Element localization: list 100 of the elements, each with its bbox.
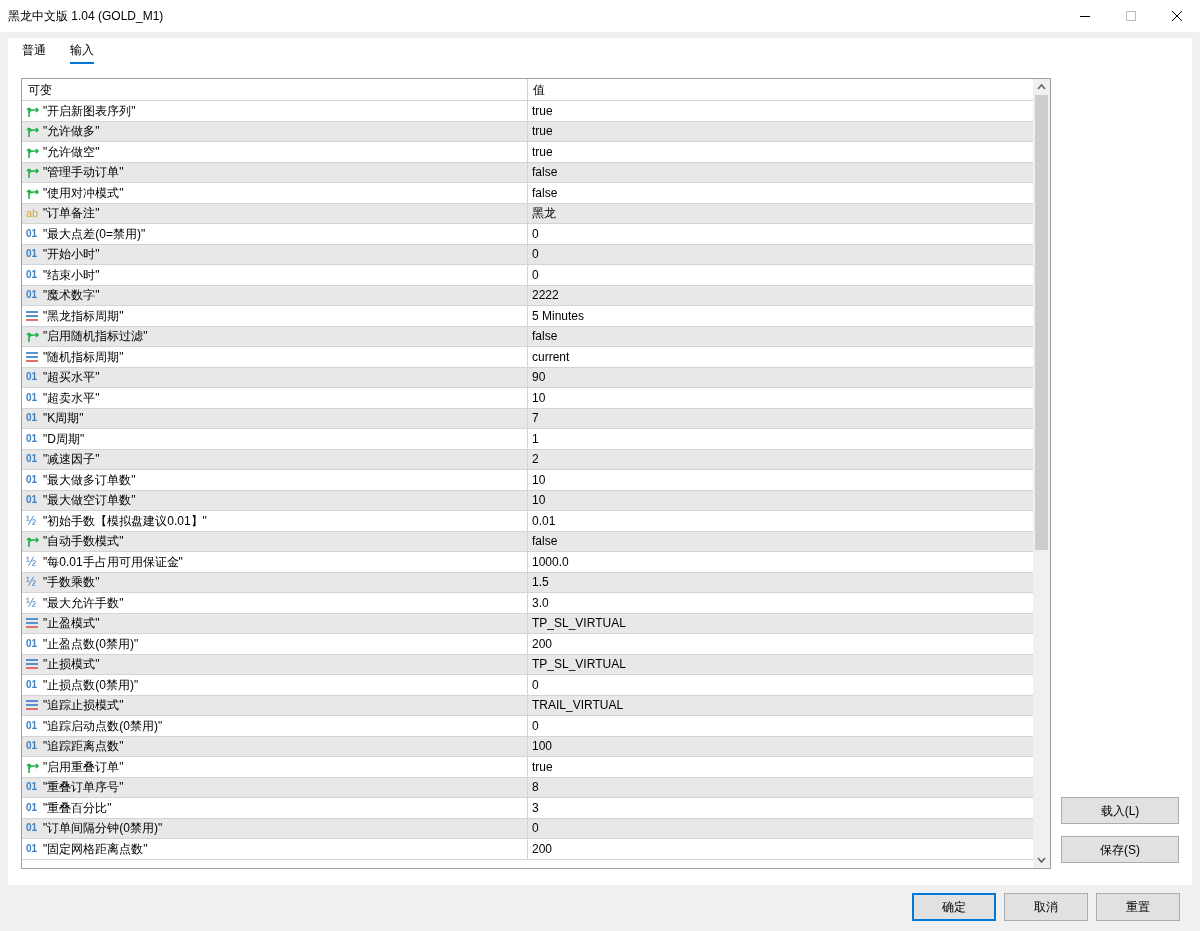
branch-arrow-icon — [26, 535, 40, 548]
integer-type-icon: 01 — [26, 782, 40, 793]
column-header[interactable]: 可变 — [22, 79, 528, 100]
parameter-value[interactable]: true — [532, 142, 553, 161]
integer-type-icon: 01 — [26, 823, 40, 834]
parameter-value[interactable]: 7 — [532, 409, 539, 428]
parameter-value[interactable]: 0 — [532, 224, 539, 243]
parameter-name: "每0.01手占用可用保证金" — [43, 553, 183, 571]
parameter-name: "开启新图表序列" — [43, 102, 136, 120]
parameter-name: "使用对冲模式" — [43, 184, 124, 202]
parameter-value[interactable]: 10 — [532, 470, 546, 489]
scrollbar[interactable] — [1033, 79, 1050, 868]
parameter-value[interactable]: 8 — [532, 778, 539, 797]
parameter-name: "启用重叠订单" — [43, 758, 124, 776]
parameter-value[interactable]: TP_SL_VIRTUAL — [532, 614, 626, 633]
integer-type-icon: 01 — [26, 454, 40, 465]
parameter-value[interactable]: 1000.0 — [532, 552, 569, 571]
integer-type-icon: 01 — [26, 679, 40, 690]
parameter-value[interactable]: TP_SL_VIRTUAL — [532, 655, 626, 674]
parameter-value[interactable]: 0 — [532, 265, 539, 284]
parameter-value[interactable]: 0 — [532, 675, 539, 694]
scroll-thumb[interactable] — [1035, 95, 1048, 550]
parameter-name: "自动手数模式" — [43, 533, 124, 551]
list-type-icon — [26, 700, 38, 711]
parameter-name: "启用随机指标过滤" — [43, 328, 148, 346]
parameter-value[interactable]: 200 — [532, 839, 553, 858]
parameter-value[interactable]: 1 — [532, 429, 539, 448]
parameter-name: "追踪启动点数(0禁用)" — [43, 717, 163, 735]
parameter-name: "订单备注" — [43, 205, 100, 223]
parameter-name: "重叠百分比" — [43, 799, 112, 817]
side-button[interactable]: 保存(S) — [1061, 836, 1179, 863]
parameter-name: "D周期" — [43, 430, 85, 448]
parameter-name: "随机指标周期" — [43, 348, 124, 366]
parameter-value[interactable]: 10 — [532, 388, 546, 407]
parameter-name: "管理手动订单" — [43, 164, 124, 182]
column-header[interactable]: 值 — [528, 79, 1033, 100]
list-type-icon — [26, 351, 38, 362]
parameter-value[interactable]: false — [532, 327, 558, 346]
parameter-name: "最大做空订单数" — [43, 492, 136, 510]
integer-type-icon: 01 — [26, 290, 40, 301]
parameter-name: "黑龙指标周期" — [43, 307, 124, 325]
parameter-value[interactable]: false — [532, 532, 558, 551]
branch-arrow-icon — [26, 166, 40, 179]
parameter-value[interactable]: 10 — [532, 491, 546, 510]
tab[interactable]: 输入 — [70, 41, 94, 64]
fraction-type-icon: ½ — [26, 576, 40, 589]
integer-type-icon: 01 — [26, 843, 40, 854]
parameter-name: "魔术数字" — [43, 287, 100, 305]
integer-type-icon: 01 — [26, 433, 40, 444]
integer-type-icon: 01 — [26, 741, 40, 752]
parameter-name: "最大允许手数" — [43, 594, 124, 612]
branch-arrow-icon — [26, 760, 40, 773]
side-button[interactable]: 载入(L) — [1061, 797, 1179, 824]
parameter-name: "止损模式" — [43, 656, 100, 674]
parameter-value[interactable]: 90 — [532, 368, 546, 387]
parameter-name: "追踪止损模式" — [43, 697, 124, 715]
parameter-value[interactable]: false — [532, 183, 558, 202]
parameter-name: "止损点数(0禁用)" — [43, 676, 139, 694]
branch-arrow-icon — [26, 145, 40, 158]
parameter-name: "允许做空" — [43, 143, 100, 161]
parameter-value[interactable]: current — [532, 347, 570, 366]
parameter-value[interactable]: 100 — [532, 737, 553, 756]
parameter-value[interactable]: 2 — [532, 450, 539, 469]
parameter-value[interactable]: 0 — [532, 819, 539, 838]
text-type-icon: ab — [26, 207, 40, 219]
tab[interactable]: 普通 — [22, 41, 46, 64]
dialog-button[interactable]: 确定 — [912, 893, 996, 921]
branch-arrow-icon — [26, 125, 40, 138]
parameter-name: "超买水平" — [43, 369, 100, 387]
parameter-name: "K周期" — [43, 410, 84, 428]
parameter-value[interactable]: 0 — [532, 245, 539, 264]
parameter-name: "减速因子" — [43, 451, 100, 469]
dialog-button[interactable]: 重置 — [1096, 893, 1180, 921]
parameter-value[interactable]: 1.5 — [532, 573, 549, 592]
parameter-name: "超卖水平" — [43, 389, 100, 407]
parameter-name: "初始手数【模拟盘建议0.01】" — [43, 512, 207, 530]
integer-type-icon: 01 — [26, 495, 40, 506]
parameter-value[interactable]: 3 — [532, 798, 539, 817]
parameter-value[interactable]: 0.01 — [532, 511, 556, 530]
parameter-value[interactable]: true — [532, 101, 553, 120]
parameter-name: "开始小时" — [43, 246, 100, 264]
parameter-value[interactable]: 2222 — [532, 286, 559, 305]
parameter-name: "固定网格距离点数" — [43, 840, 148, 858]
dialog-button[interactable]: 取消 — [1004, 893, 1088, 921]
integer-type-icon: 01 — [26, 474, 40, 485]
list-type-icon — [26, 618, 38, 629]
parameter-value[interactable]: 5 Minutes — [532, 306, 585, 325]
parameter-value[interactable]: 200 — [532, 634, 553, 653]
branch-arrow-icon — [26, 330, 40, 343]
parameter-value[interactable]: false — [532, 163, 558, 182]
parameter-value[interactable]: 3.0 — [532, 593, 549, 612]
parameter-value[interactable]: true — [532, 122, 553, 141]
parameter-value[interactable]: true — [532, 757, 553, 776]
parameter-name: "结束小时" — [43, 266, 100, 284]
integer-type-icon: 01 — [26, 413, 40, 424]
parameter-value[interactable]: TRAIL_VIRTUAL — [532, 696, 624, 715]
parameter-name: "允许做多" — [43, 123, 100, 141]
parameter-value[interactable]: 黑龙 — [532, 204, 556, 223]
integer-type-icon: 01 — [26, 228, 40, 239]
parameter-value[interactable]: 0 — [532, 716, 539, 735]
